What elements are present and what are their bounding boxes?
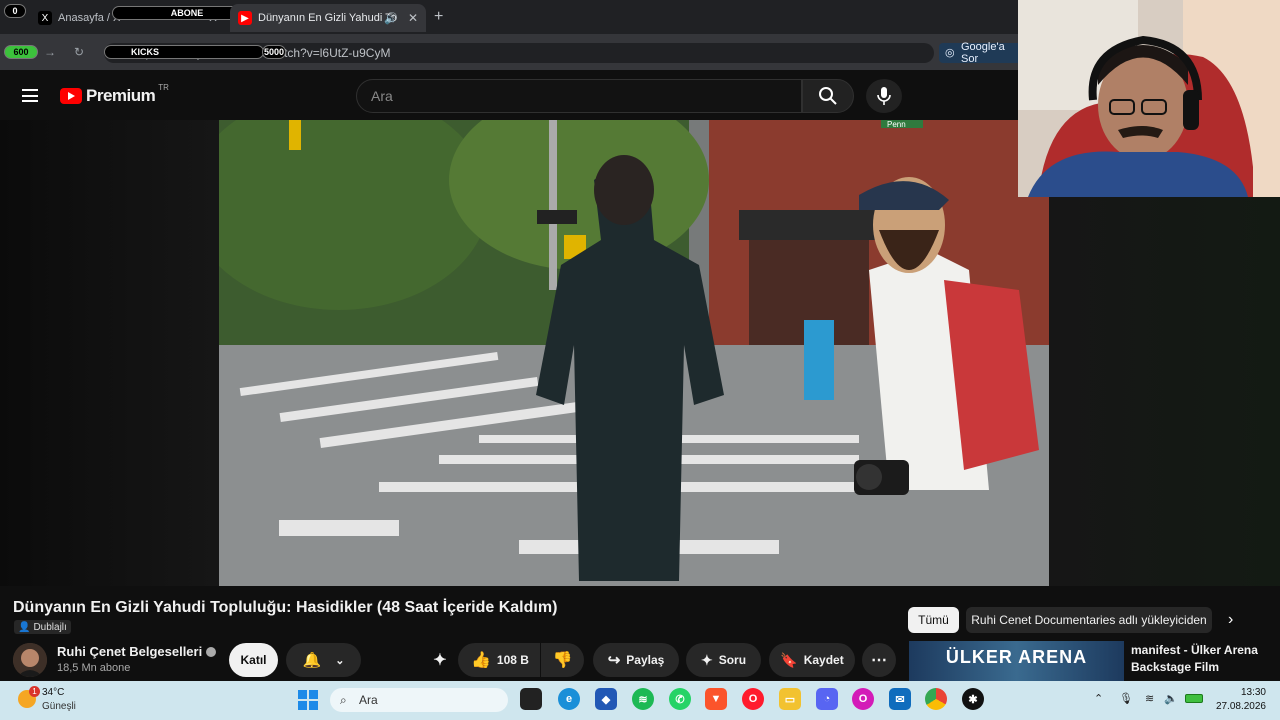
chevron-down-icon: ⌄	[335, 654, 345, 667]
subscriber-count: 18,5 Mn abone	[57, 662, 131, 674]
weather-description: Güneşli	[42, 701, 76, 712]
outlook-icon[interactable]: ✉	[889, 688, 911, 710]
search-icon	[819, 87, 837, 105]
overlay-kicks-count: 5000	[262, 45, 286, 59]
video-frame[interactable]: Penn	[219, 120, 1049, 586]
app-blue-icon[interactable]: ◆	[595, 688, 617, 710]
share-icon: ↪	[607, 652, 621, 669]
dislike-button[interactable]: 👎	[541, 643, 584, 677]
chevron-right-icon[interactable]: ›	[1228, 611, 1233, 629]
microphone-icon	[877, 87, 891, 105]
more-icon: ⋯	[871, 652, 887, 669]
chevron-up-icon[interactable]: ⌃	[1094, 692, 1103, 705]
weather-temperature: 34°C	[42, 687, 65, 698]
app-dark-icon[interactable]: ✱	[962, 688, 984, 710]
join-button[interactable]: Katıl	[229, 643, 278, 677]
share-button[interactable]: ↪ Paylaş	[593, 643, 679, 677]
ask-sparkle-icon: ✦	[700, 651, 713, 668]
dub-icon: 👤	[18, 621, 31, 633]
tab-label: Anasayfa / X	[58, 12, 121, 24]
region-code: TR	[158, 82, 169, 92]
tab-label: Dünyanın En Gizli Yahudi To	[258, 12, 397, 24]
thumbs-down-icon: 👎	[552, 652, 573, 669]
like-count: 108 B	[496, 653, 529, 667]
new-tab-button[interactable]: +	[434, 8, 443, 26]
channel-name-text: Ruhi Çenet Belgeselleri	[57, 644, 203, 659]
thumbs-up-icon: 👍	[471, 652, 491, 669]
taskbar-search[interactable]: ⌕ Ara	[330, 688, 508, 712]
chip-all[interactable]: Tümü	[908, 607, 959, 633]
recommendation-thumbnail[interactable]: ÜLKER ARENA	[909, 641, 1124, 681]
chrome-icon[interactable]	[925, 688, 947, 710]
wifi-icon[interactable]: ≋	[1145, 692, 1154, 705]
verified-icon	[206, 647, 217, 657]
dubbed-badge: 👤 Dublajlı	[14, 620, 71, 634]
taskbar-clock[interactable]: 13:30 27.08.2026	[1210, 686, 1266, 714]
clock-time: 13:30	[1240, 687, 1266, 698]
overlay-kicks-label: KICKS	[104, 45, 264, 59]
file-explorer-icon[interactable]: ▭	[779, 688, 801, 710]
reload-icon[interactable]: ↻	[74, 45, 84, 59]
opera-gx-icon[interactable]: O	[852, 688, 874, 710]
webcam-overlay	[1018, 0, 1280, 197]
search-placeholder: Ara	[371, 88, 393, 104]
video-title: Dünyanın En Gizli Yahudi Topluluğu: Hasi…	[13, 599, 558, 616]
discord-icon[interactable]: ◔	[816, 688, 838, 710]
taskbar-search-label: Ara	[359, 693, 378, 707]
street-sign-text: Penn	[887, 120, 906, 129]
ask-button[interactable]: ✦ Soru	[686, 643, 761, 677]
channel-name[interactable]: Ruhi Çenet Belgeselleri	[57, 644, 217, 659]
lens-icon: ◎	[945, 47, 955, 59]
recommendation-title[interactable]: manifest - Ülker Arena Backstage Film	[1131, 642, 1271, 676]
clock-date: 27.08.2026	[1215, 701, 1266, 712]
speaker-icon[interactable]: 🔊	[384, 12, 398, 25]
youtube-premium-logo[interactable]: Premium TR	[60, 82, 169, 106]
more-actions-button[interactable]: ⋯	[862, 643, 896, 677]
taskbar-search-icon: ⌕	[340, 692, 347, 707]
save-label: Kaydet	[803, 653, 844, 667]
windows-start-icon[interactable]	[298, 690, 318, 710]
opera-icon[interactable]: O	[742, 688, 764, 710]
volume-icon[interactable]: 🔈	[1164, 692, 1178, 705]
like-button[interactable]: 👍 108 B	[458, 643, 540, 677]
whatsapp-icon[interactable]: ✆	[669, 688, 691, 710]
youtube-favicon-icon: ▶	[238, 11, 252, 25]
overlay-counter-left: 600	[4, 45, 38, 59]
video-scene: Penn	[219, 120, 1049, 586]
google-ask-label: Google'a Sor	[961, 41, 1005, 65]
task-view-icon[interactable]	[520, 688, 542, 710]
ask-label: Soru	[718, 653, 747, 667]
search-input[interactable]: Ara	[356, 79, 802, 113]
microphone-tray-icon[interactable]: 🎙	[1119, 692, 1133, 705]
webcam-feed	[1018, 0, 1280, 197]
bookmark-icon: 🔖	[780, 651, 798, 668]
bell-icon: 🔔	[302, 652, 322, 669]
save-button[interactable]: 🔖 Kaydet	[769, 643, 855, 677]
notification-bell-button[interactable]: 🔔 ⌄	[286, 643, 361, 677]
weather-badge: 1	[29, 686, 40, 697]
chip-uploader[interactable]: Ruhi Cenet Documentaries adlı yükleyicid…	[966, 607, 1212, 633]
hamburger-menu-icon[interactable]	[22, 89, 38, 102]
tab-youtube-video[interactable]: ▶ Dünyanın En Gizli Yahudi To 🔊 ✕	[230, 4, 426, 32]
brave-icon[interactable]: ▼	[705, 688, 727, 710]
youtube-play-icon	[60, 88, 82, 104]
forward-icon[interactable]: →	[44, 45, 56, 59]
channel-avatar[interactable]	[13, 643, 47, 677]
x-logo-icon: X	[38, 11, 52, 25]
sparkle-button[interactable]: ✦	[425, 643, 455, 677]
logo-text: Premium	[86, 86, 156, 105]
search-button[interactable]	[802, 79, 854, 113]
dubbed-label: Dublajlı	[33, 621, 67, 633]
thumbnail-text: ÜLKER ARENA	[945, 647, 1088, 667]
sparkle-icon: ✦	[433, 652, 447, 669]
google-ask-button[interactable]: ◎ Google'a Sor	[939, 41, 1023, 65]
spotify-icon[interactable]: ≋	[632, 688, 654, 710]
edge-icon[interactable]: e	[558, 688, 580, 710]
voice-search-button[interactable]	[866, 79, 902, 113]
overlay-counter-top-left: 0	[4, 4, 26, 18]
avatar-image	[13, 643, 47, 677]
close-tab-icon[interactable]: ✕	[408, 11, 418, 25]
share-label: Paylaş	[626, 653, 665, 667]
battery-icon[interactable]	[1185, 694, 1203, 703]
